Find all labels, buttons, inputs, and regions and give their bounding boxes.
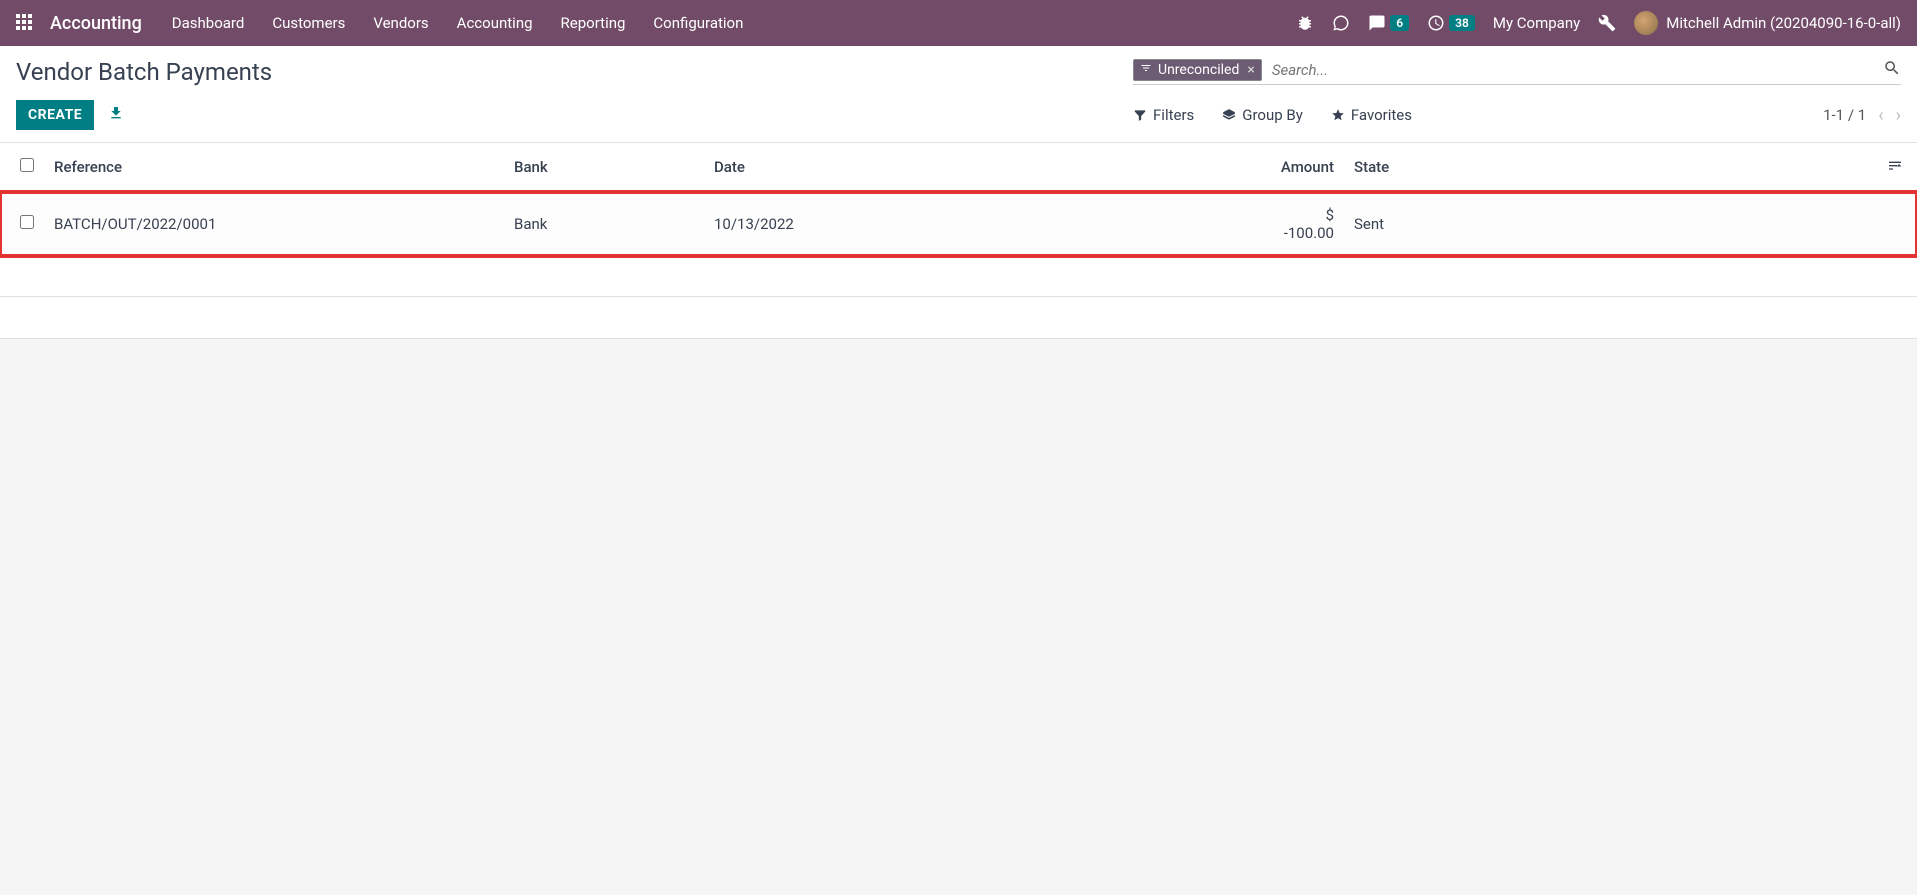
messages-badge: 6 (1390, 15, 1409, 31)
col-date[interactable]: Date (704, 143, 1264, 192)
table-header-row: Reference Bank Date Amount State (0, 143, 1917, 192)
top-navbar: Accounting Dashboard Customers Vendors A… (0, 0, 1917, 46)
import-button[interactable] (108, 105, 124, 125)
cell-state: Sent (1344, 192, 1873, 257)
filter-tag-label: Unreconciled (1158, 62, 1239, 78)
cell-date: 10/13/2022 (704, 192, 1264, 257)
spacer-row (0, 256, 1917, 296)
funnel-icon (1140, 62, 1152, 78)
select-all-header (0, 143, 44, 192)
nav-accounting[interactable]: Accounting (457, 14, 533, 32)
list-view: Reference Bank Date Amount State BATCH/O… (0, 142, 1917, 297)
col-options[interactable] (1873, 143, 1917, 192)
pager-prev-icon[interactable]: ‹ (1878, 105, 1883, 126)
pager: 1-1 / 1 ‹ › (1823, 105, 1901, 126)
search-input-wrap: Unreconciled × (1133, 58, 1901, 85)
cell-amount: $ -100.00 (1264, 192, 1344, 257)
nav-customers[interactable]: Customers (272, 14, 345, 32)
nav-configuration[interactable]: Configuration (653, 14, 743, 32)
nav-vendors[interactable]: Vendors (373, 14, 428, 32)
cell-bank: Bank (504, 192, 704, 257)
page-title: Vendor Batch Payments (16, 58, 272, 86)
search-options: Filters Group By Favorites 1-1 / 1 ‹ › (1133, 105, 1901, 126)
company-name[interactable]: My Company (1493, 14, 1580, 32)
favorites-label: Favorites (1351, 106, 1412, 124)
table-row[interactable]: BATCH/OUT/2022/0001 Bank 10/13/2022 $ -1… (0, 192, 1917, 257)
data-table: Reference Bank Date Amount State BATCH/O… (0, 143, 1917, 297)
row-checkbox[interactable] (20, 215, 34, 229)
filters-label: Filters (1153, 106, 1194, 124)
avatar[interactable] (1634, 11, 1658, 35)
app-title[interactable]: Accounting (50, 13, 142, 34)
topnav-left: Accounting Dashboard Customers Vendors A… (16, 13, 743, 34)
col-state[interactable]: State (1344, 143, 1873, 192)
cp-top: Vendor Batch Payments Unreconciled × (16, 58, 1901, 86)
search-area: Unreconciled × (1133, 58, 1901, 85)
activities-icon[interactable]: 38 (1427, 14, 1475, 32)
search-icon[interactable] (1883, 59, 1901, 81)
nav-dashboard[interactable]: Dashboard (172, 14, 245, 32)
pager-range: 1-1 / 1 (1823, 106, 1866, 124)
tools-icon[interactable] (1598, 14, 1616, 32)
row-checkbox-cell (0, 192, 44, 257)
cell-opts (1873, 192, 1917, 257)
cp-bottom: CREATE Filters Group By Favorites 1-1 / … (16, 100, 1901, 142)
control-panel: Vendor Batch Payments Unreconciled × CRE… (0, 46, 1917, 142)
bug-icon[interactable] (1296, 14, 1314, 32)
groupby-dropdown[interactable]: Group By (1222, 106, 1303, 124)
select-all-checkbox[interactable] (20, 158, 34, 172)
pager-next-icon[interactable]: › (1896, 105, 1901, 126)
filters-dropdown[interactable]: Filters (1133, 106, 1194, 124)
col-reference[interactable]: Reference (44, 143, 504, 192)
col-bank[interactable]: Bank (504, 143, 704, 192)
create-button[interactable]: CREATE (16, 100, 94, 130)
activities-badge: 38 (1449, 15, 1475, 31)
footer-gap (0, 297, 1917, 339)
groupby-label: Group By (1242, 106, 1303, 124)
nav-reporting[interactable]: Reporting (561, 14, 626, 32)
support-icon[interactable] (1332, 14, 1350, 32)
filter-tag-unreconciled: Unreconciled × (1133, 59, 1262, 81)
messages-icon[interactable]: 6 (1368, 14, 1409, 32)
user-name[interactable]: Mitchell Admin (20204090-16-0-all) (1666, 14, 1901, 32)
topnav-right: 6 38 My Company Mitchell Admin (20204090… (1296, 11, 1901, 35)
cell-reference: BATCH/OUT/2022/0001 (44, 192, 504, 257)
close-icon[interactable]: × (1247, 62, 1254, 78)
search-input[interactable] (1268, 58, 1883, 82)
apps-icon[interactable] (16, 14, 34, 32)
col-amount[interactable]: Amount (1264, 143, 1344, 192)
nav-links: Dashboard Customers Vendors Accounting R… (172, 14, 744, 32)
favorites-dropdown[interactable]: Favorites (1331, 106, 1412, 124)
